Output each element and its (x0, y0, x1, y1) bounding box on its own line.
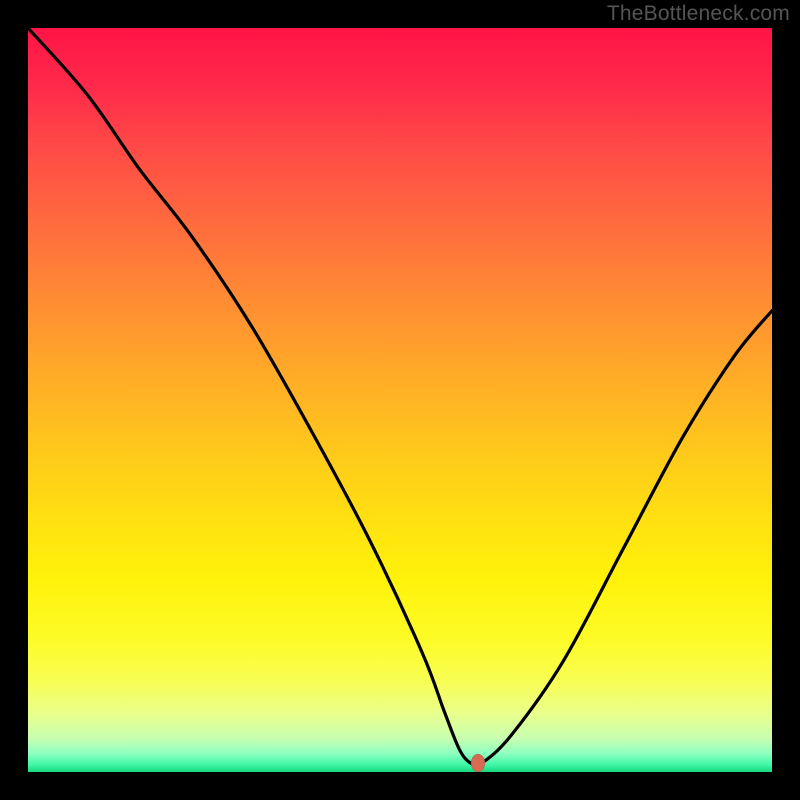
optimal-point-marker (471, 754, 485, 772)
bottleneck-curve (28, 28, 772, 772)
plot-area (28, 28, 772, 772)
chart-frame: TheBottleneck.com (0, 0, 800, 800)
watermark-text: TheBottleneck.com (607, 2, 790, 26)
